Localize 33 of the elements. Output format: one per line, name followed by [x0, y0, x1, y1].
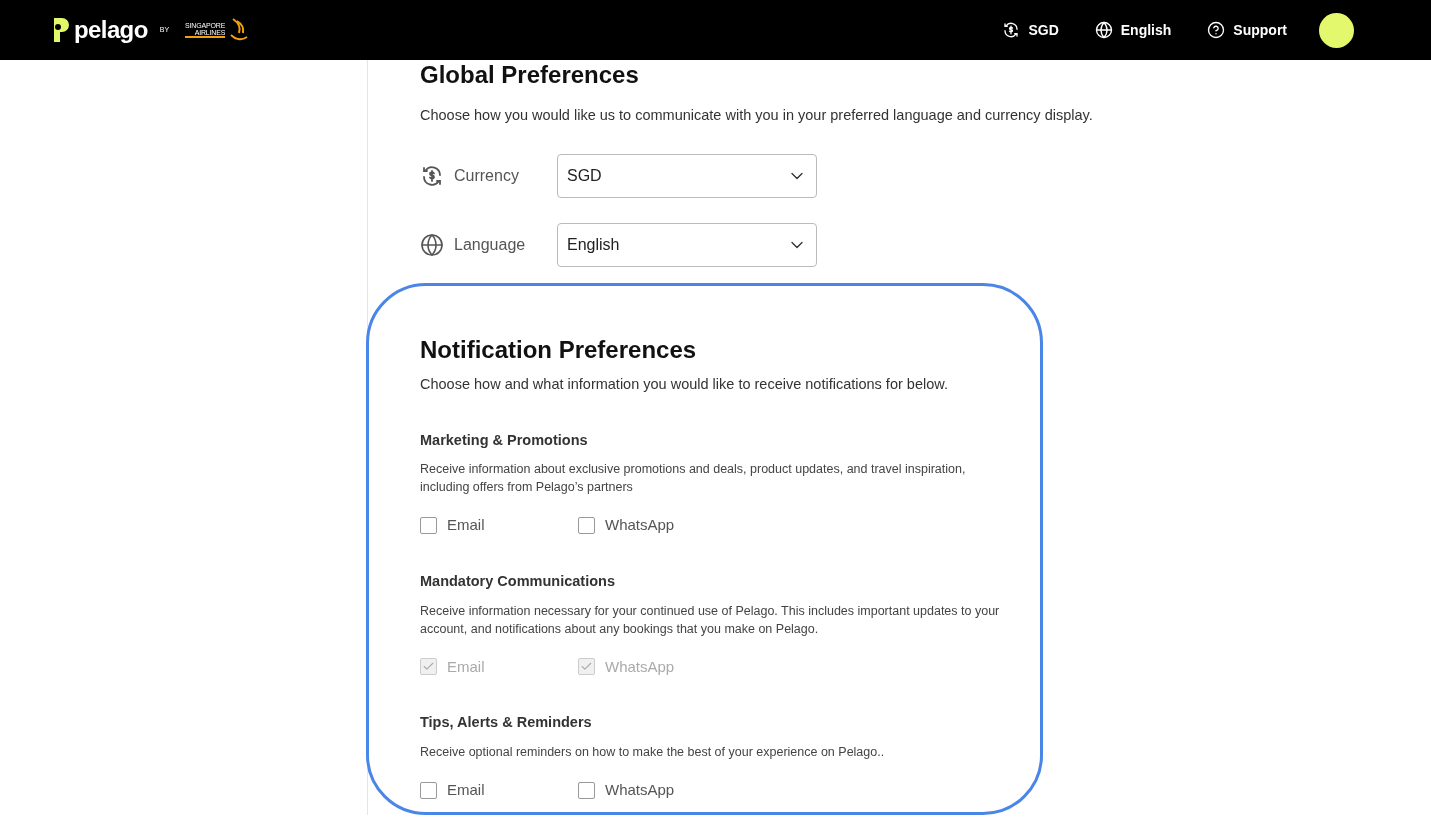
- subsection-title: Marketing & Promotions: [420, 430, 589, 450]
- globe-icon: [420, 232, 444, 257]
- help-icon: [1207, 21, 1226, 39]
- support-link[interactable]: Support: [1207, 19, 1287, 41]
- language-menu-button[interactable]: English: [1094, 19, 1172, 41]
- checkbox[interactable]: [420, 781, 437, 799]
- avatar[interactable]: [1319, 12, 1354, 48]
- subsection-description: Receive optional reminders on how to make the best of your experience on Pelago..: [420, 743, 886, 761]
- checkbox-option[interactable]: WhatsApp: [578, 778, 736, 802]
- field-label: Currency: [454, 165, 519, 186]
- section-description: Choose how you would like us to communicate with you in your preferred language and currency display.: [420, 106, 1094, 125]
- checkbox-option[interactable]: Email: [420, 778, 578, 802]
- field-label: Language: [454, 234, 526, 255]
- pelago-logo-icon: [52, 16, 70, 44]
- section-title: Notification Preferences: [420, 334, 698, 365]
- checkbox[interactable]: [420, 517, 437, 534]
- subsection-title: Mandatory Communications: [420, 571, 616, 591]
- section-title: Global Preferences: [420, 60, 640, 90]
- brand-name: pelago: [74, 15, 148, 45]
- select-field[interactable]: SGD: [557, 153, 817, 198]
- subsection-description: Receive information about exclusive promotions and deals, product updates, and travel inspiration, including offers from Pelago’s partners: [420, 461, 967, 497]
- checkbox-option[interactable]: WhatsApp: [578, 514, 736, 537]
- checkbox-option[interactable]: Email: [420, 514, 578, 537]
- currency-exchange-icon: [1002, 21, 1021, 39]
- section-description: Choose how and what information you would like to receive notifications for below.: [420, 374, 949, 394]
- subsection-description: Receive information necessary for your continued use of Pelago. This includes important updates to your account, and notifications about any bookings that you make on Pelago.: [420, 602, 1001, 638]
- select-field[interactable]: English: [557, 222, 817, 267]
- checkbox[interactable]: [578, 517, 595, 534]
- currency-exchange-icon: [420, 163, 444, 188]
- subsection-title: Tips, Alerts & Reminders: [420, 713, 593, 732]
- currency-menu-button[interactable]: SGD: [1002, 19, 1059, 41]
- checkbox[interactable]: [578, 781, 595, 799]
- globe-icon: [1094, 21, 1113, 39]
